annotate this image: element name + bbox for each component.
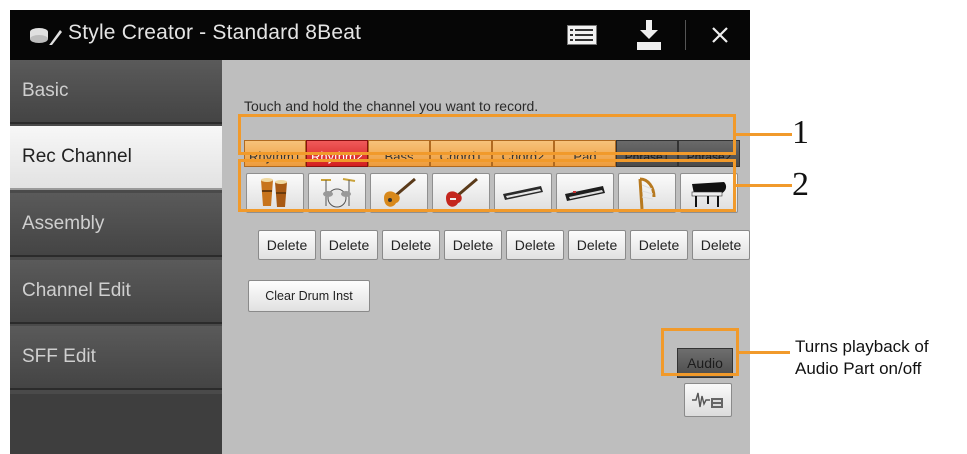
delete-phrase1-button[interactable]: Delete: [630, 230, 688, 260]
audio-annotation-line1: Turns playback of: [795, 337, 929, 356]
window-title: Style Creator - Standard 8Beat: [68, 21, 362, 44]
callout-1-number: 1: [792, 114, 809, 151]
delete-rhythm2-button[interactable]: Delete: [320, 230, 378, 260]
callout-2-number: 2: [792, 166, 809, 203]
delete-label: Delete: [452, 237, 494, 253]
sidebar-item-assembly[interactable]: Assembly: [10, 193, 222, 257]
clear-drum-inst-button[interactable]: Clear Drum Inst: [248, 280, 370, 312]
audio-callout-line: [739, 351, 790, 354]
delete-label: Delete: [266, 237, 308, 253]
audio-wave-button[interactable]: [684, 383, 732, 417]
delete-label: Delete: [576, 237, 618, 253]
clear-drum-inst-label: Clear Drum Inst: [265, 289, 353, 303]
instruction-text: Touch and hold the channel you want to r…: [244, 98, 539, 114]
save-button[interactable]: [625, 10, 673, 60]
delete-label: Delete: [638, 237, 680, 253]
titlebar-divider: [685, 20, 686, 50]
device-screen: Style Creator - Standard 8Beat Basic Rec…: [10, 10, 750, 454]
delete-label: Delete: [328, 237, 370, 253]
title-bar: Style Creator - Standard 8Beat: [10, 10, 750, 60]
close-button[interactable]: [698, 10, 742, 60]
channel-row-highlight: [238, 114, 736, 155]
list-icon: [567, 25, 597, 45]
sidebar-item-rec-channel[interactable]: Rec Channel: [10, 126, 224, 190]
sidebar-item-label: Channel Edit: [22, 280, 131, 301]
audio-button-highlight: [661, 328, 739, 376]
sidebar: Basic Rec Channel Assembly Channel Edit …: [10, 60, 224, 454]
delete-rhythm1-button[interactable]: Delete: [258, 230, 316, 260]
delete-chord2-button[interactable]: Delete: [506, 230, 564, 260]
callout-1-line: [736, 133, 792, 136]
save-icon: [637, 20, 661, 50]
sidebar-item-basic[interactable]: Basic: [10, 60, 222, 124]
delete-pad-button[interactable]: Delete: [568, 230, 626, 260]
sidebar-empty-slot: [10, 394, 222, 454]
delete-label: Delete: [514, 237, 556, 253]
callout-2-line: [736, 184, 792, 187]
sidebar-item-channel-edit[interactable]: Channel Edit: [10, 260, 222, 324]
delete-phrase2-button[interactable]: Delete: [692, 230, 750, 260]
sidebar-item-sff-edit[interactable]: SFF Edit: [10, 326, 222, 390]
audio-annotation-line2: Audio Part on/off: [795, 359, 922, 378]
waveform-icon: [692, 392, 723, 408]
sidebar-item-label: Assembly: [22, 213, 105, 234]
delete-chord1-button[interactable]: Delete: [444, 230, 502, 260]
delete-row: Delete Delete Delete Delete Delete Delet…: [244, 230, 750, 262]
close-icon: [712, 27, 728, 43]
list-button[interactable]: [558, 10, 606, 60]
instrument-row-highlight: [238, 159, 736, 212]
delete-bass-button[interactable]: Delete: [382, 230, 440, 260]
sidebar-item-label: Rec Channel: [22, 146, 132, 167]
sidebar-item-label: SFF Edit: [22, 346, 96, 367]
sidebar-item-label: Basic: [22, 80, 69, 101]
delete-label: Delete: [390, 237, 432, 253]
delete-label: Delete: [700, 237, 742, 253]
style-creator-icon: [30, 28, 62, 45]
